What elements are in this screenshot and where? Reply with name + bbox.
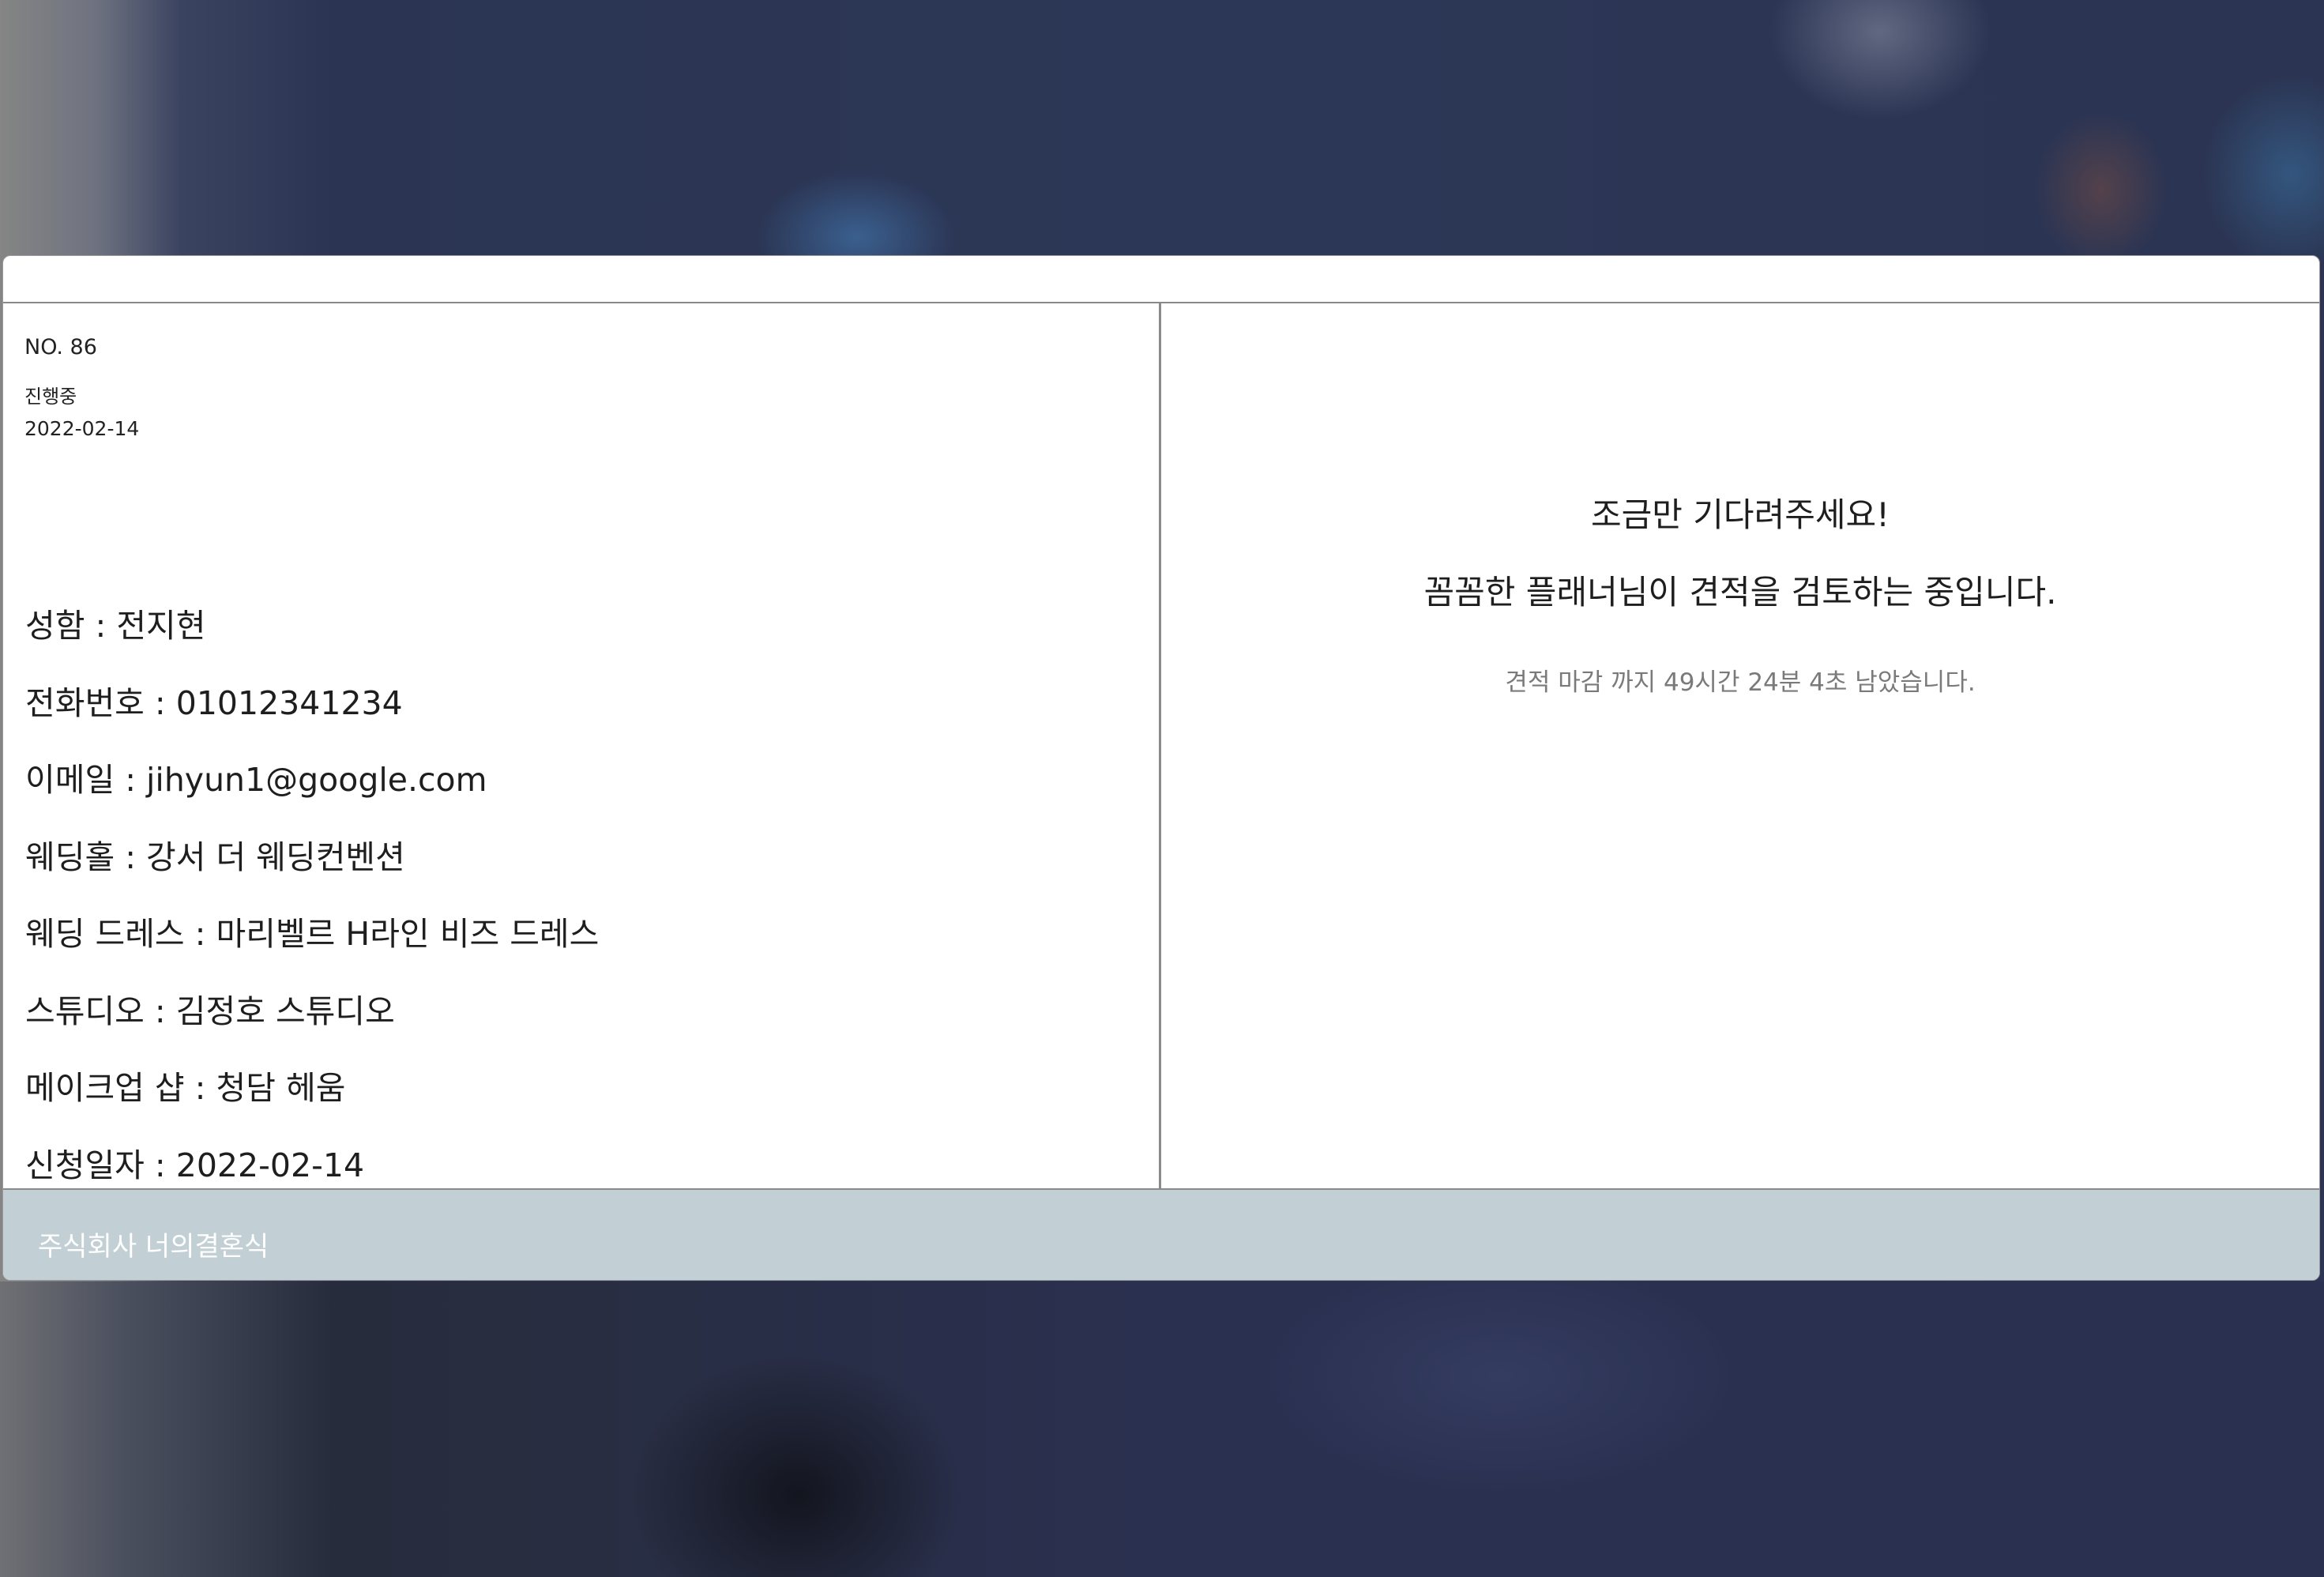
- background-backdrop-bottom: [0, 1282, 2324, 1577]
- wait-message: 조금만 기다려주세요!: [1591, 495, 1890, 534]
- wedding-dress: 웨딩 드레스 : 마리벨르 H라인 비즈 드레스: [25, 915, 600, 953]
- modal-footer: 주식회사 너의결혼식: [3, 1188, 2319, 1280]
- quote-date: 2022-02-14: [24, 417, 140, 440]
- makeup-shop: 메이크업 샵 : 청담 헤움: [25, 1069, 346, 1107]
- modal-header: [3, 256, 2319, 303]
- status-message-pane: 조금만 기다려주세요! 꼼꼼한 플래너님이 견적을 검토하는 중입니다. 견적 …: [1161, 303, 2319, 1188]
- customer-name: 성함 : 전지현: [25, 607, 206, 645]
- quote-number: NO. 86: [24, 335, 97, 359]
- application-date: 신청일자 : 2022-02-14: [25, 1146, 365, 1184]
- quote-info-pane: NO. 86 진행중 2022-02-14 성함 : 전지현 전화번호 : 01…: [3, 303, 1160, 1188]
- customer-phone: 전화번호 : 01012341234: [25, 684, 403, 722]
- quote-detail-modal: NO. 86 진행중 2022-02-14 성함 : 전지현 전화번호 : 01…: [2, 255, 2320, 1281]
- deadline-countdown: 견적 마감 까지 49시간 24분 4초 남았습니다.: [1505, 668, 1976, 697]
- wedding-hall: 웨딩홀 : 강서 더 웨딩컨벤션: [25, 838, 405, 876]
- studio: 스튜디오 : 김정호 스튜디오: [25, 992, 395, 1030]
- customer-email: 이메일 : jihyun1@google.com: [25, 761, 487, 799]
- company-name: 주식회사 너의결혼식: [38, 1231, 269, 1263]
- quote-status: 진행중: [24, 386, 77, 408]
- review-message: 꼼꼼한 플래너님이 견적을 검토하는 중입니다.: [1423, 573, 2057, 612]
